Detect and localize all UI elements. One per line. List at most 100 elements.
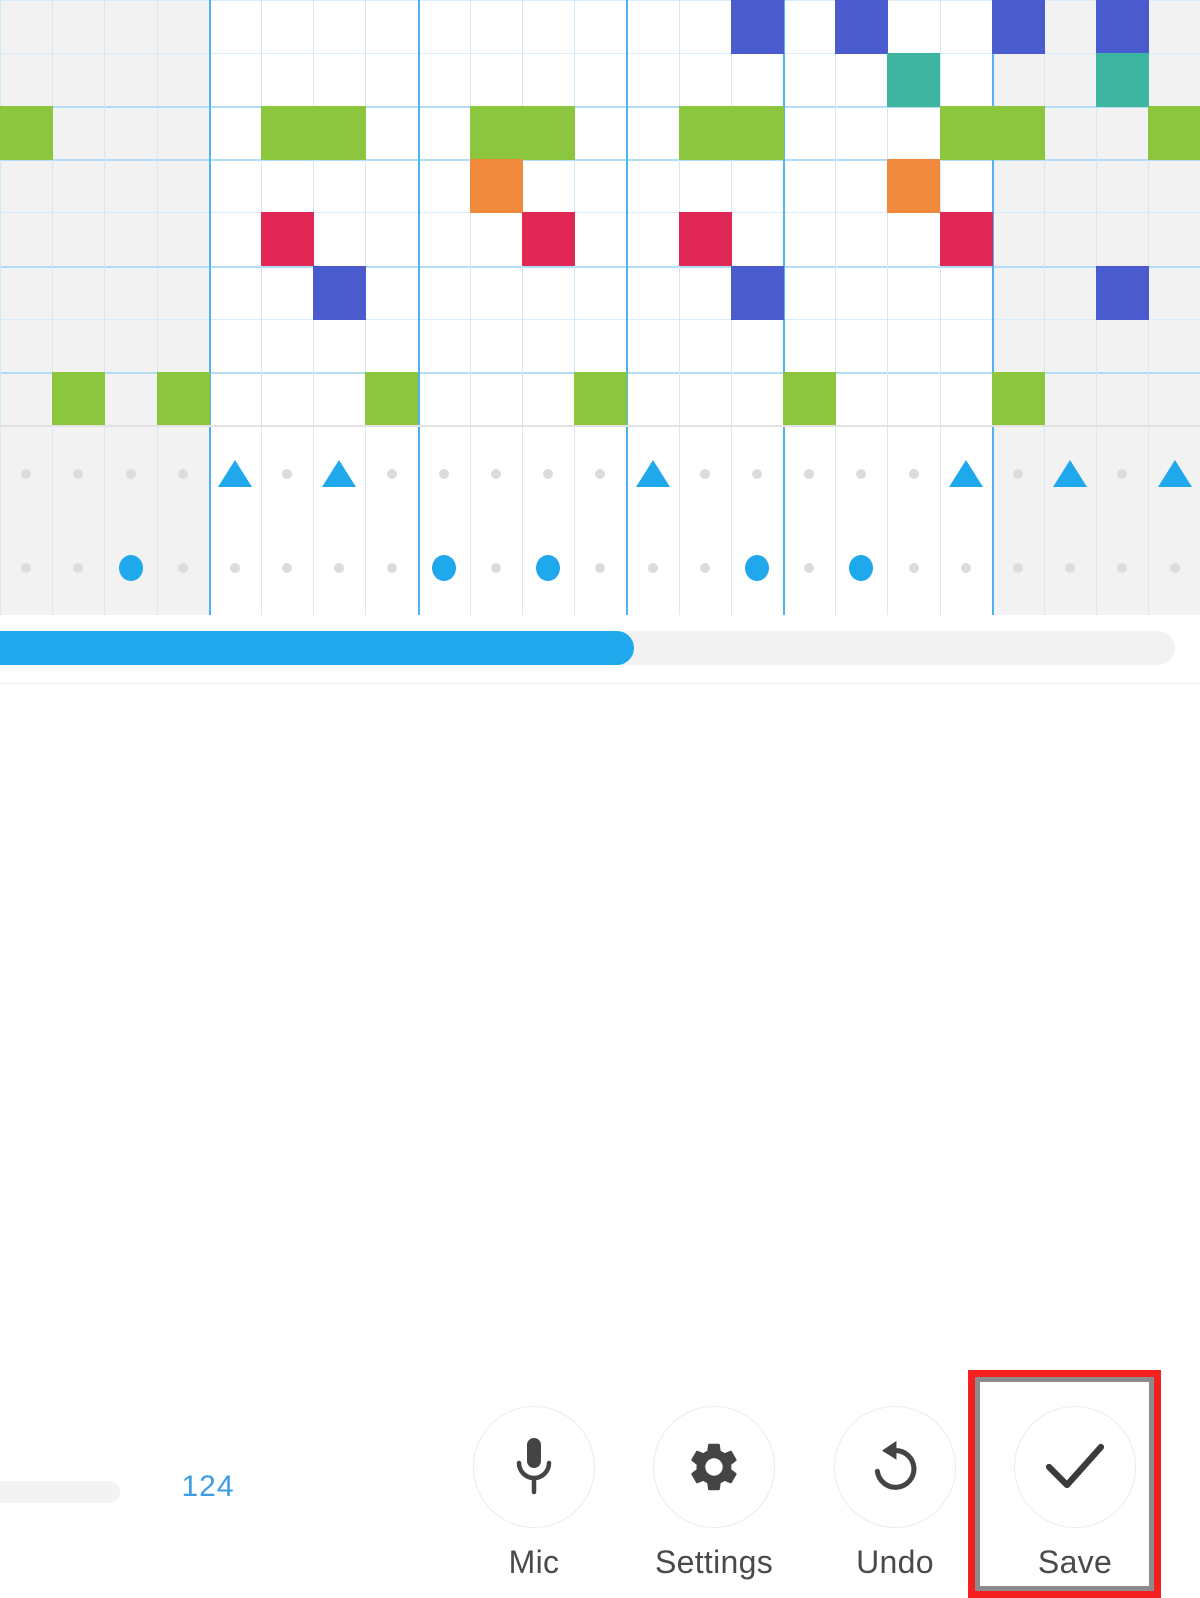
note-cell-blue[interactable] [1096,0,1149,54]
note-cell-green[interactable] [365,372,418,425]
undo-button[interactable]: Undo [820,1406,970,1581]
lane-0-empty-slot-8[interactable] [438,469,449,479]
lane-1-empty-slot-9[interactable] [490,563,501,573]
lane-1-empty-slot-5[interactable] [282,563,293,573]
save-button-circle[interactable] [1014,1406,1136,1528]
note-cell-blue[interactable] [731,0,784,54]
lane-1-empty-slot-0[interactable] [21,563,32,573]
lane-column-20[interactable] [1044,427,1097,615]
lane-1-empty-slot-20[interactable] [1065,563,1076,573]
lane-0-empty-slot-5[interactable] [282,469,293,479]
save-button[interactable]: Save [1000,1406,1150,1581]
lane-1-empty-slot-1[interactable] [73,563,84,573]
lane-column-3[interactable] [156,427,209,615]
lane-column-15[interactable] [783,427,836,615]
note-cell-green[interactable] [731,106,784,160]
accent-triangle-20[interactable] [1053,460,1088,487]
lane-column-16[interactable] [835,427,888,615]
rhythm-lanes[interactable] [0,425,1200,615]
beat-circle-2[interactable] [118,555,143,581]
note-cell-crimson[interactable] [679,212,732,266]
settings-button[interactable]: Settings [639,1406,789,1581]
lane-0-empty-slot-1[interactable] [73,469,84,479]
lane-column-18[interactable] [939,427,992,615]
beat-circle-10[interactable] [536,555,561,581]
lane-1-empty-slot-4[interactable] [229,563,240,573]
note-cell-green[interactable] [313,106,366,160]
note-cell-crimson[interactable] [522,212,575,266]
lane-1-empty-slot-15[interactable] [804,563,815,573]
accent-triangle-12[interactable] [635,460,670,487]
lane-0-empty-slot-7[interactable] [386,469,397,479]
beat-circle-8[interactable] [431,555,456,581]
mic-button-circle[interactable] [473,1406,595,1528]
beat-circle-16[interactable] [849,555,874,581]
lane-1-empty-slot-11[interactable] [595,563,606,573]
lane-column-17[interactable] [887,427,940,615]
lane-column-14[interactable] [730,427,783,615]
note-cell-crimson[interactable] [940,212,993,266]
note-cell-green[interactable] [992,372,1045,425]
note-cell-green[interactable] [261,106,314,160]
lane-column-1[interactable] [52,427,105,615]
lane-1-empty-slot-6[interactable] [334,563,345,573]
lane-0-empty-slot-14[interactable] [751,469,762,479]
lane-column-0[interactable] [0,427,53,615]
note-cell-green[interactable] [574,372,627,425]
lane-column-8[interactable] [417,427,470,615]
lane-1-empty-slot-18[interactable] [960,563,971,573]
lane-column-6[interactable] [313,427,366,615]
lane-column-13[interactable] [678,427,731,615]
lane-0-empty-slot-11[interactable] [595,469,606,479]
note-cell-crimson[interactable] [261,212,314,266]
accent-triangle-22[interactable] [1157,460,1192,487]
lane-0-empty-slot-15[interactable] [804,469,815,479]
note-cell-green[interactable] [0,106,53,160]
undo-button-circle[interactable] [834,1406,956,1528]
beat-circle-14[interactable] [744,555,769,581]
lane-0-empty-slot-10[interactable] [543,469,554,479]
playback-seek-bar[interactable] [0,615,1200,683]
lane-1-empty-slot-3[interactable] [177,563,188,573]
lane-0-empty-slot-16[interactable] [856,469,867,479]
note-cell-orange[interactable] [887,159,940,213]
lane-column-10[interactable] [522,427,575,615]
note-cell-green[interactable] [1148,106,1200,160]
lane-column-4[interactable] [208,427,261,615]
lane-1-empty-slot-21[interactable] [1117,563,1128,573]
accent-triangle-6[interactable] [322,460,357,487]
lane-0-empty-slot-9[interactable] [490,469,501,479]
lane-column-11[interactable] [574,427,627,615]
note-cell-green[interactable] [522,106,575,160]
lane-column-5[interactable] [261,427,314,615]
note-cell-green[interactable] [52,372,105,425]
note-cell-green[interactable] [470,106,523,160]
lane-0-empty-slot-3[interactable] [177,469,188,479]
note-cell-blue[interactable] [992,0,1045,54]
note-cell-teal[interactable] [887,53,940,107]
note-cell-blue[interactable] [835,0,888,54]
lane-1-empty-slot-17[interactable] [908,563,919,573]
note-cell-green[interactable] [783,372,836,425]
accent-triangle-4[interactable] [217,460,252,487]
lane-column-9[interactable] [469,427,522,615]
lane-1-empty-slot-7[interactable] [386,563,397,573]
note-cell-blue[interactable] [731,266,784,320]
lane-column-12[interactable] [626,427,679,615]
lane-0-empty-slot-2[interactable] [125,469,136,479]
lane-column-19[interactable] [991,427,1044,615]
lane-0-empty-slot-0[interactable] [21,469,32,479]
note-cell-green[interactable] [940,106,993,160]
lane-column-21[interactable] [1096,427,1149,615]
note-cell-green[interactable] [679,106,732,160]
note-cell-blue[interactable] [313,266,366,320]
note-cell-orange[interactable] [470,159,523,213]
lane-1-empty-slot-12[interactable] [647,563,658,573]
lane-0-empty-slot-21[interactable] [1117,469,1128,479]
mic-button[interactable]: Mic [459,1406,609,1581]
lane-0-empty-slot-19[interactable] [1012,469,1023,479]
lane-column-22[interactable] [1148,427,1200,615]
lane-column-7[interactable] [365,427,418,615]
note-grid[interactable] [0,0,1200,425]
accent-triangle-18[interactable] [948,460,983,487]
